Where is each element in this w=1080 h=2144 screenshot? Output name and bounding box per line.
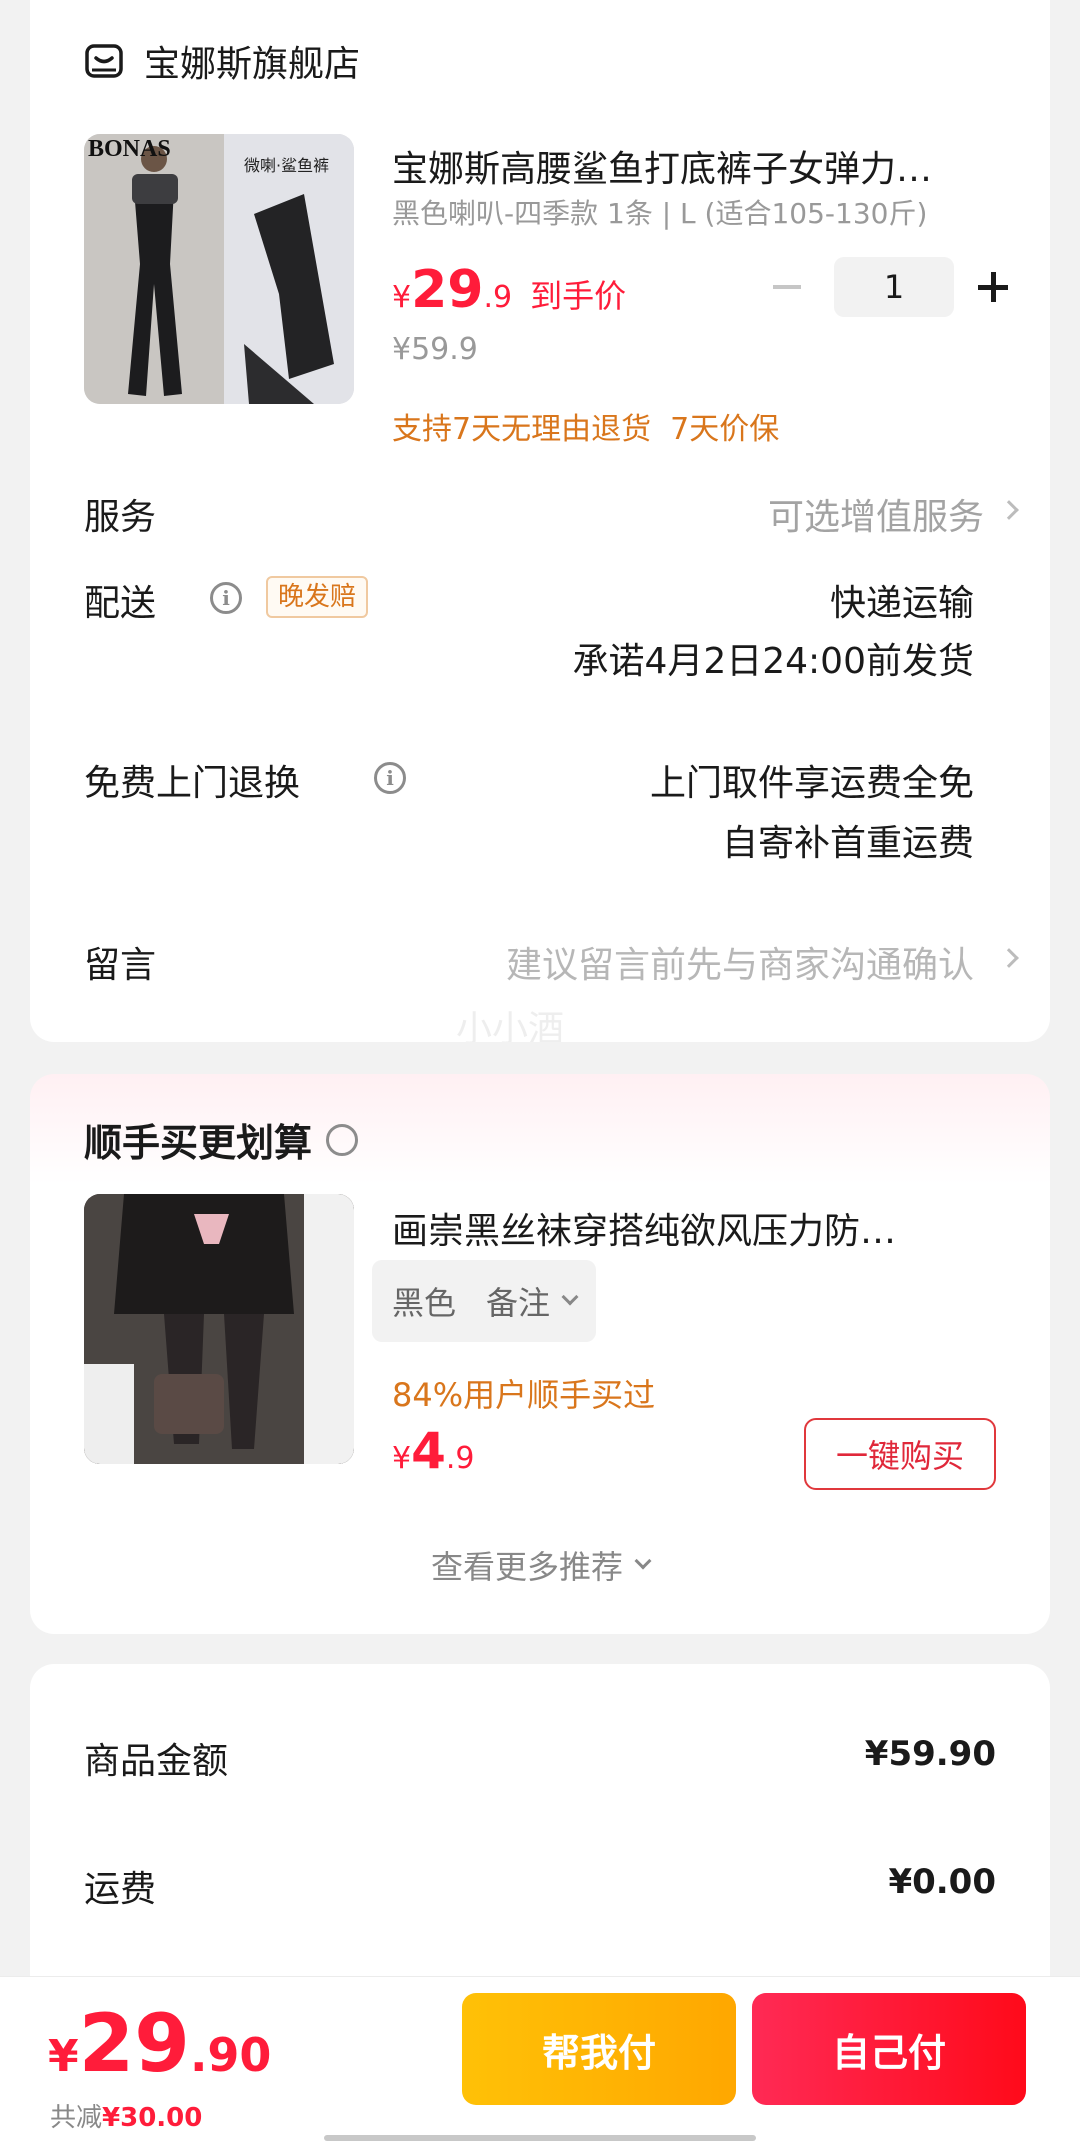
- guarantee-text[interactable]: 支持7天无理由退货 7天价保: [392, 404, 779, 448]
- delivery-row: 配送 i 晚发赔 快递运输 承诺4月2日24:00前发货: [84, 572, 1020, 682]
- addon-section-title: 顺手买更划算: [84, 1121, 313, 1165]
- minus-icon: [773, 285, 801, 289]
- total-saved: 共减 ¥30.00: [50, 2097, 202, 2134]
- store-icon: [84, 41, 124, 81]
- one-click-buy-button[interactable]: 一键购买: [804, 1418, 996, 1490]
- product-price: ¥ 29 .9 到手价: [392, 260, 626, 320]
- saved-value: ¥30.00: [102, 2103, 203, 2133]
- goods-amount-row: 商品金额 ¥59.90: [84, 1732, 996, 1784]
- delivery-method: 快递运输: [829, 583, 974, 624]
- addon-variant-note: 备注: [486, 1284, 551, 1322]
- shipping-row: 运费 ¥0.00: [84, 1860, 996, 1912]
- help-pay-button[interactable]: 帮我付: [462, 1993, 736, 2105]
- decrease-button[interactable]: [756, 256, 818, 318]
- quantity-stepper: 1: [756, 256, 1026, 318]
- free-return-line2: 自寄补首重运费: [721, 823, 974, 864]
- message-placeholder[interactable]: 建议留言前先与商家沟通确认: [506, 936, 974, 988]
- product-image[interactable]: BONAS 微喇·鲨鱼裤: [84, 134, 354, 404]
- chevron-down-icon: [634, 1552, 652, 1570]
- addon-section-header: 顺手买更划算: [84, 1112, 359, 1167]
- price-decimal: .9: [483, 280, 513, 315]
- addon-price-symbol: ¥: [392, 1441, 412, 1476]
- addon-variant-selector[interactable]: 黑色 备注: [372, 1260, 597, 1342]
- quantity-value[interactable]: 1: [834, 257, 954, 317]
- store-name: 宝娜斯旗舰店: [144, 44, 361, 85]
- addon-image[interactable]: [84, 1194, 354, 1464]
- price-integer: 29: [411, 260, 484, 320]
- plus-icon: [978, 272, 1008, 302]
- price-note: 到手价: [530, 277, 627, 315]
- shipping-label: 运费: [84, 1869, 157, 1910]
- addon-price-decimal: .9: [445, 1441, 475, 1476]
- saved-label: 共减: [50, 2103, 103, 2133]
- total-decimal: .90: [189, 2028, 272, 2082]
- see-more-recommendations[interactable]: 查看更多推荐: [30, 1542, 1050, 1588]
- free-return-row: 免费上门退换 i 上门取件享运费全免 自寄补首重运费: [84, 752, 1020, 864]
- total-integer: 29: [78, 1997, 190, 2090]
- watermark: 小小酒: [456, 1009, 565, 1042]
- product-image-brand: BONAS: [88, 136, 171, 162]
- order-card: 宝娜斯旗舰店 BONAS 微喇·鲨鱼裤 宝娜斯高腰鲨鱼打底裤子女弹力… 黑色喇叭…: [30, 0, 1050, 1042]
- shipping-value: ¥0.00: [888, 1862, 996, 1902]
- total-price: ¥ 29 .90: [48, 1997, 271, 2090]
- addon-price-integer: 4: [411, 1422, 446, 1480]
- service-label: 服务: [84, 497, 157, 538]
- free-return-label: 免费上门退换: [84, 763, 301, 804]
- product-title[interactable]: 宝娜斯高腰鲨鱼打底裤子女弹力…: [392, 140, 1012, 192]
- message-label: 留言: [84, 945, 157, 986]
- addon-card: 顺手买更划算 画崇黑丝袜穿搭纯欲风压力防… 黑色 备注 84%用户顺手买过 ¥ …: [30, 1074, 1050, 1634]
- price-symbol: ¥: [392, 280, 412, 315]
- increase-button[interactable]: [962, 256, 1024, 318]
- info-icon[interactable]: i: [374, 762, 406, 794]
- delivery-promise: 承诺4月2日24:00前发货: [572, 641, 974, 682]
- total-symbol: ¥: [48, 2031, 79, 2082]
- product-variant[interactable]: 黑色喇叭-四季款 1条 | L (适合105-130斤): [392, 192, 927, 232]
- home-indicator: [324, 2135, 756, 2141]
- addon-title[interactable]: 画崇黑丝袜穿搭纯欲风压力防…: [392, 1202, 1012, 1254]
- goods-amount-label: 商品金额: [84, 1741, 229, 1782]
- original-price: ¥59.9: [392, 332, 478, 367]
- delivery-label: 配送: [84, 583, 157, 624]
- self-pay-button[interactable]: 自己付: [752, 1993, 1026, 2105]
- store-header[interactable]: 宝娜斯旗舰店: [84, 36, 360, 86]
- checkout-bar: ¥ 29 .90 共减 ¥30.00 帮我付 自己付: [0, 1976, 1080, 2144]
- late-compensation-badge: 晚发赔: [266, 576, 369, 618]
- info-icon[interactable]: [326, 1123, 359, 1156]
- see-more-label: 查看更多推荐: [430, 1548, 623, 1586]
- addon-bought-by: 84%用户顺手买过: [392, 1376, 656, 1414]
- product-image-tag: 微喇·鲨鱼裤: [244, 156, 330, 175]
- chevron-right-icon: [999, 500, 1019, 520]
- addon-price: ¥ 4 .9: [392, 1422, 475, 1480]
- addon-variant-color: 黑色: [392, 1284, 457, 1322]
- info-icon[interactable]: i: [210, 582, 242, 614]
- service-row[interactable]: 服务 可选增值服务: [84, 486, 1020, 538]
- chevron-down-icon: [561, 1288, 579, 1306]
- service-value: 可选增值服务: [767, 497, 984, 538]
- chevron-right-icon: [999, 948, 1019, 968]
- message-row[interactable]: 留言 建议留言前先与商家沟通确认: [84, 934, 1020, 986]
- goods-amount-value: ¥59.90: [864, 1734, 996, 1774]
- free-return-line1: 上门取件享运费全免: [649, 763, 974, 804]
